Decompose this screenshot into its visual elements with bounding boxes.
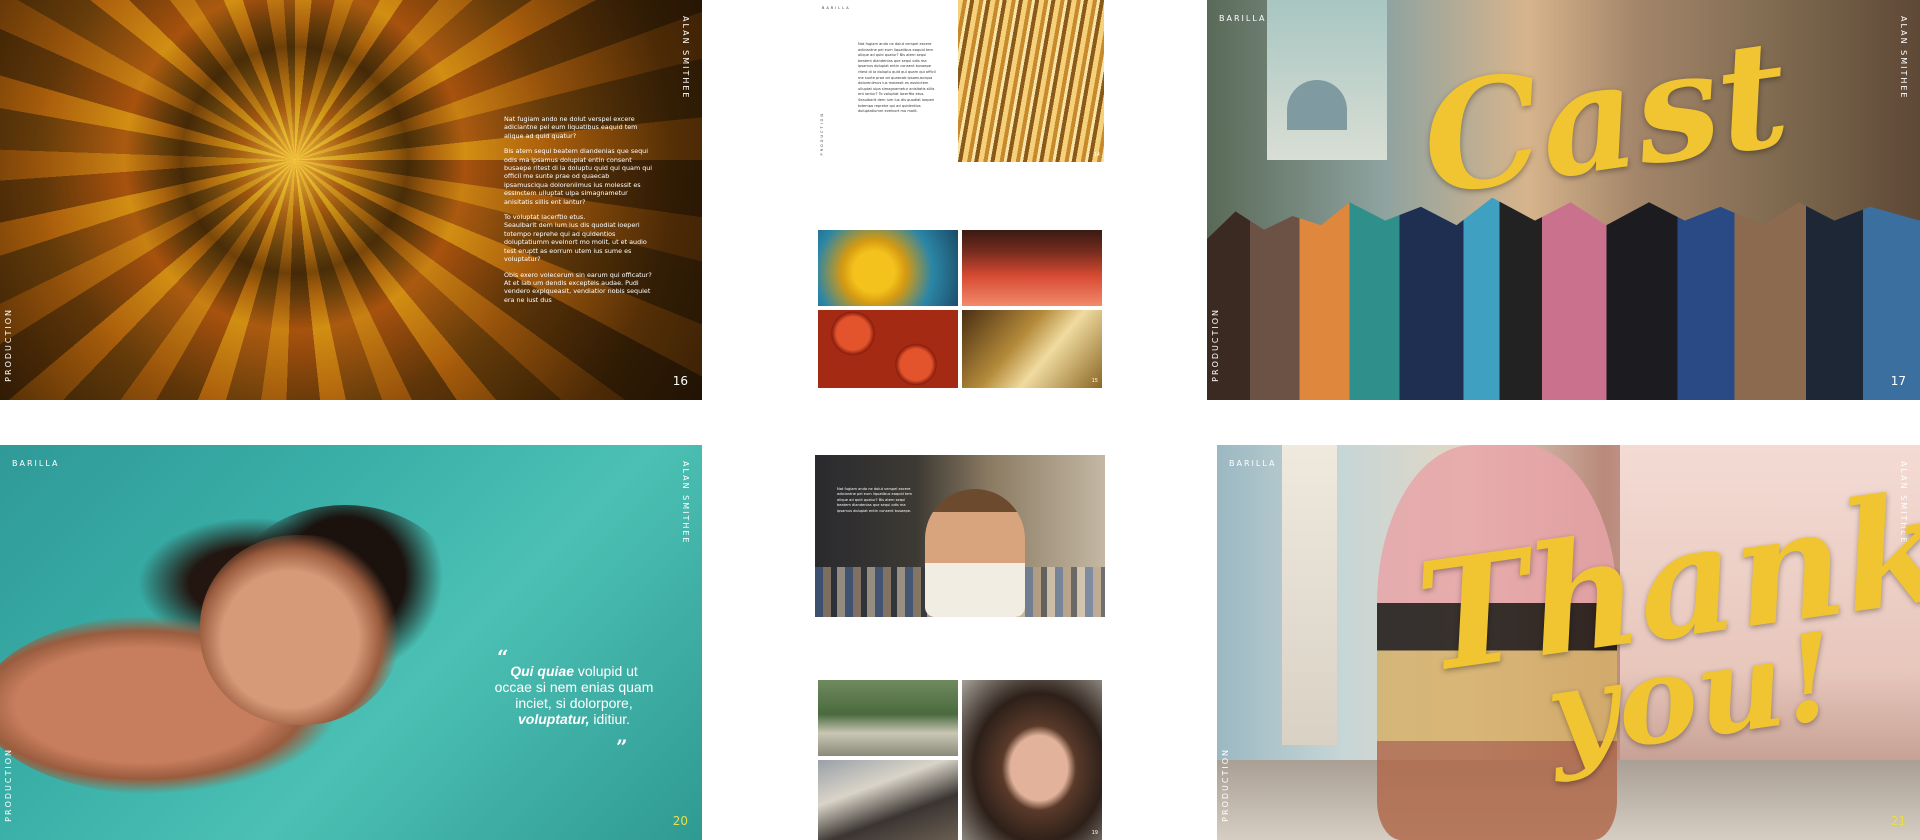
thumbnail-text-page: BARILLA Nat fugiam ando ne dolut verspel… (818, 0, 1104, 162)
section-label: PRODUCTION (820, 112, 824, 156)
page-number: 20 (672, 814, 688, 828)
quote-close-icon: ” (616, 735, 628, 759)
author-label: ALAN SMITHEE (1899, 16, 1908, 100)
pasta-closeup-photo (962, 310, 1102, 388)
sky-photo (1267, 0, 1387, 160)
page-number: 14 (1093, 152, 1100, 158)
page-number: 16 (672, 374, 688, 388)
brand-label: BARILLA (1219, 14, 1267, 23)
paragraph: Bis atem sequi beatem diandenias que seq… (504, 147, 653, 206)
quote-bold: Qui quiae (510, 663, 574, 679)
quote-bold: voluptatur, (517, 711, 590, 727)
quote-text: iditiur. (589, 711, 631, 727)
pasta-dish-photo (818, 230, 958, 306)
thumbnail-overlay-text: Nat fugiam ando ne dolut verspel excere … (837, 487, 912, 513)
tomatoes-photo (962, 230, 1102, 306)
page-number: 19 (1091, 830, 1098, 836)
body-text: Nat fugiam ando ne dolut verspel excere … (504, 115, 654, 311)
paragraph: Nat fugiam ando ne dolut verspel excere … (504, 115, 638, 140)
section-label: PRODUCTION (1211, 308, 1220, 382)
section-label: PRODUCTION (4, 308, 13, 382)
paragraph: To voluptat lacerftio etus. Seaulbarit d… (504, 213, 647, 264)
pull-quote: Qui quiae volupid ut occae si nem enias … (494, 663, 654, 727)
author-label: ALAN SMITHEE (681, 16, 690, 100)
pasta-strands-photo (958, 0, 1104, 162)
brand-label: BARILLA (12, 459, 60, 468)
brand-label: BARILLA (822, 6, 851, 10)
page-number: 21 (1890, 814, 1906, 828)
thumbnail-market-scene: Nat fugiam ando ne dolut verspel excere … (815, 455, 1105, 617)
thumbnail-body-text: Nat fugiam ando ne dolut verspel excere … (858, 42, 936, 114)
woman-smiling-photo (962, 680, 1102, 840)
swimmer-face (200, 535, 400, 725)
paragraph: Obis exero volecerum sin earum qui offic… (504, 270, 652, 304)
thumbnail-food-grid: 15 (818, 230, 1102, 388)
slide-20-quote: BARILLA ALAN SMITHEE PRODUCTION “ Qui qu… (0, 445, 702, 840)
page-number: 17 (1890, 374, 1906, 388)
man-portrait-photo (925, 489, 1025, 617)
garden-photo (818, 680, 958, 756)
slide-17-cast: BARILLA ALAN SMITHEE PRODUCTION Cast 17 (1207, 0, 1920, 400)
tomato-slices-photo (818, 310, 958, 388)
cast-title: Cast (1411, 5, 1798, 229)
page-number: 15 (1091, 378, 1098, 384)
brand-label: BARILLA (1229, 459, 1277, 468)
section-label: PRODUCTION (4, 748, 13, 822)
author-label: ALAN SMITHEE (681, 461, 690, 545)
thumbnail-photo-grid: 19 (818, 680, 1102, 840)
couple-photo (818, 760, 958, 840)
slide-16: ALAN SMITHEE PRODUCTION Nat fugiam ando … (0, 0, 702, 400)
section-label: PRODUCTION (1221, 748, 1230, 822)
slide-21-thank-you: BARILLA ALAN SMITHEE PRODUCTION Thank yo… (1217, 445, 1920, 840)
bell-tower (1282, 445, 1337, 745)
